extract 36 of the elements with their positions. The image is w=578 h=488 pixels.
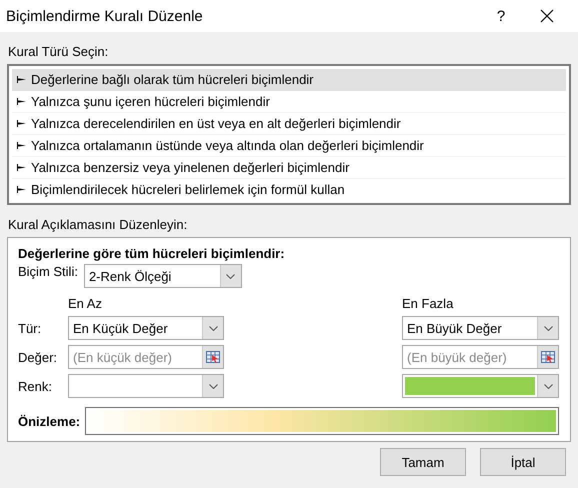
arrow-icon [17, 164, 26, 171]
field-label: Tür: [18, 320, 42, 336]
color-dropdown[interactable] [68, 374, 224, 398]
chevron-down-icon [544, 326, 552, 330]
field-label: Biçim Stili: [18, 264, 78, 279]
arrow-icon [17, 120, 26, 127]
preview-label: Önizleme: [18, 414, 80, 428]
arrow-icon [17, 98, 26, 105]
color-dropdown[interactable] [402, 374, 559, 398]
dialog-button[interactable]: Tamam [380, 448, 466, 476]
chevron-down-icon [544, 384, 552, 388]
field-label: Renk: [18, 378, 53, 394]
cell-picker-icon [541, 350, 555, 364]
section-label: Kural Açıklamasını Düzenleyin: [8, 217, 188, 232]
close-icon [540, 9, 554, 23]
value-field[interactable]: (En büyük değer) [402, 345, 559, 369]
arrow-icon [17, 76, 26, 83]
chevron-down-icon [208, 326, 218, 330]
rule-heading: Değerlerine göre tüm hücreleri biçimlendir: [18, 246, 286, 261]
rule-type-item[interactable]: Değerlerine bağlı olarak tüm hücreleri biçimlendir [12, 69, 566, 91]
column-header: En Fazla [402, 296, 454, 311]
dialog-button[interactable]: İptal [480, 448, 566, 476]
arrow-icon [17, 142, 26, 149]
section-label: Kural Türü Seçin: [8, 44, 110, 59]
help-button[interactable]: ? [478, 0, 524, 32]
cell-picker-icon [206, 350, 220, 364]
arrow-icon [17, 186, 26, 193]
type-dropdown[interactable]: En Büyük Değer [402, 316, 559, 340]
field-label: Değer: [18, 350, 58, 364]
format-style-dropdown[interactable]: 2-Renk Ölçeği [84, 264, 242, 288]
column-header: En Az [68, 296, 103, 311]
type-dropdown[interactable]: En Küçük Değer [68, 316, 224, 340]
window-title: Biçimlendirme Kuralı Düzenle [6, 8, 204, 24]
chevron-down-icon [226, 274, 236, 278]
chevron-down-icon [208, 384, 218, 388]
value-field[interactable]: (En küçük değer) [68, 345, 224, 369]
